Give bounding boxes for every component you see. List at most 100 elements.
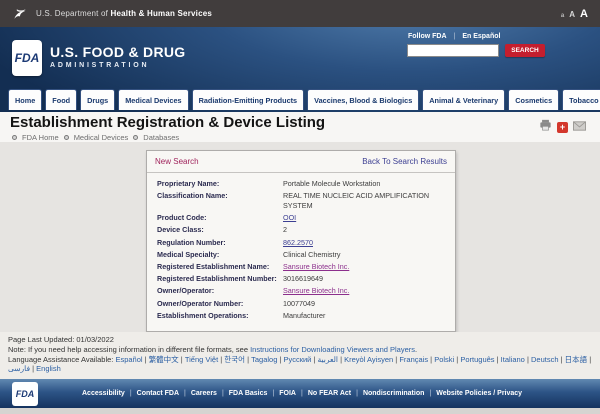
font-size-medium-button[interactable]: A (569, 10, 575, 19)
footer-link-careers[interactable]: Careers (191, 390, 217, 397)
new-search-link[interactable]: New Search (155, 157, 199, 166)
language-link-krey-l-ayisyen[interactable]: Kreyòl Ayisyen (344, 355, 393, 364)
row-value-regulation-number[interactable]: 862.2570 (283, 238, 445, 248)
language-assistance: Language Assistance Available: Español |… (8, 355, 592, 375)
language-link-italiano[interactable]: Italiano (501, 355, 525, 364)
follow-fda-link[interactable]: Follow FDA (408, 33, 447, 40)
tab-medical-devices[interactable]: Medical Devices (118, 89, 188, 110)
header-search: SEARCH (407, 44, 545, 57)
row-value-establishment-operations: Manufacturer (283, 311, 445, 321)
row-value-registered-establishment-name[interactable]: Sansure Biotech Inc. (283, 262, 445, 272)
viewers-players-link[interactable]: Instructions for Downloading Viewers and… (250, 345, 415, 354)
share-icon[interactable]: + (557, 122, 568, 133)
language-link-5[interactable]: Русский (284, 355, 312, 364)
site-header: FDA U.S. FOOD & DRUG ADMINISTRATION Foll… (0, 27, 600, 112)
result-box: New Search Back To Search Results Propri… (146, 150, 456, 332)
back-to-search-results-link[interactable]: Back To Search Results (362, 157, 447, 166)
hhs-eagle-icon (12, 6, 28, 22)
row-label-product-code: Product Code: (157, 213, 283, 223)
language-link-espa-ol[interactable]: Español (115, 355, 142, 364)
breadcrumb-fda-home[interactable]: FDA Home (22, 133, 59, 142)
footer-link-no-fear-act[interactable]: No FEAR Act (308, 390, 351, 397)
footer-link-separator: | (184, 390, 186, 397)
tab-drugs[interactable]: Drugs (80, 89, 115, 110)
row-label-owner-operator: Owner/Operator: (157, 286, 283, 296)
result-rows: Proprietary Name:Portable Molecule Works… (147, 173, 455, 331)
fda-logo[interactable]: FDA (12, 40, 42, 76)
table-row: Regulation Number:862.2570 (157, 238, 445, 248)
tab-food[interactable]: Food (45, 89, 77, 110)
utility-separator: | (454, 33, 456, 40)
bottom-strip (0, 408, 600, 414)
language-link-tagalog[interactable]: Tagalog (251, 355, 277, 364)
font-size-controls: a A A (561, 8, 588, 20)
site-wordmark: U.S. FOOD & DRUG ADMINISTRATION (50, 44, 185, 69)
row-label-proprietary-name: Proprietary Name: (157, 179, 283, 189)
row-label-registered-establishment-number: Registered Establishment Number: (157, 274, 283, 284)
content-area: New Search Back To Search Results Propri… (0, 142, 600, 332)
font-size-small-button[interactable]: a (561, 13, 564, 19)
language-link-fran-ais[interactable]: Français (399, 355, 428, 364)
table-row: Proprietary Name:Portable Molecule Works… (157, 179, 445, 189)
hhs-department-text[interactable]: U.S. Department of Health & Human Servic… (36, 9, 212, 18)
footer-link-nondiscrimination[interactable]: Nondiscrimination (363, 390, 424, 397)
font-size-large-button[interactable]: A (580, 8, 588, 20)
language-link-deutsch[interactable]: Deutsch (531, 355, 559, 364)
tab-home[interactable]: Home (8, 89, 42, 110)
footer-link-fda-basics[interactable]: FDA Basics (229, 390, 268, 397)
footer-fda-logo[interactable]: FDA (12, 382, 38, 406)
language-link-14[interactable]: فارسی (8, 364, 30, 373)
language-link-english[interactable]: English (36, 364, 61, 373)
breadcrumb: FDA Home Medical Devices Databases (12, 133, 179, 142)
language-separator: | (587, 355, 591, 364)
table-row: Medical Specialty:Clinical Chemistry (157, 250, 445, 260)
row-value-owner-operator[interactable]: Sansure Biotech Inc. (283, 286, 445, 296)
row-value-device-class: 2 (283, 225, 445, 235)
tab-animal-veterinary[interactable]: Animal & Veterinary (422, 89, 505, 110)
table-row: Product Code:OOI (157, 213, 445, 223)
file-formats-note: Note: If you need help accessing informa… (8, 345, 592, 355)
row-value-registered-establishment-number: 3016619649 (283, 274, 445, 284)
table-row: Establishment Operations:Manufacturer (157, 311, 445, 321)
footer-link-foia[interactable]: FOIA (279, 390, 296, 397)
table-row: Device Class:2 (157, 225, 445, 235)
search-input[interactable] (407, 44, 499, 57)
language-link-3[interactable]: 한국어 (224, 355, 245, 364)
en-espanol-link[interactable]: En Español (462, 33, 500, 40)
tab-cosmetics[interactable]: Cosmetics (508, 89, 559, 110)
page-last-updated: Page Last Updated: 01/03/2022 (8, 335, 592, 345)
wordmark-line1: U.S. FOOD & DRUG (50, 44, 185, 60)
language-link-polski[interactable]: Polski (434, 355, 454, 364)
language-link-ti-ng-vi-t[interactable]: Tiếng Việt (185, 355, 218, 364)
language-link-6[interactable]: العربية (318, 355, 339, 364)
breadcrumb-medical-devices[interactable]: Medical Devices (74, 133, 129, 142)
tab-radiation-emitting-products[interactable]: Radiation-Emitting Products (192, 89, 305, 110)
language-link-1[interactable]: 繁體中文 (149, 355, 179, 364)
footer-link-separator: | (272, 390, 274, 397)
language-link-13[interactable]: 日本語 (565, 355, 588, 364)
wordmark-line2: ADMINISTRATION (50, 62, 185, 69)
footer-link-contact-fda[interactable]: Contact FDA (137, 390, 179, 397)
page: U.S. Department of Health & Human Servic… (0, 0, 600, 414)
row-value-product-code[interactable]: OOI (283, 213, 445, 223)
page-title: Establishment Registration & Device List… (10, 114, 325, 131)
language-link-portugu-s[interactable]: Português (460, 355, 494, 364)
tab-vaccines-blood-biologics[interactable]: Vaccines, Blood & Biologics (307, 89, 419, 110)
footer-link-website-policies-privacy[interactable]: Website Policies / Privacy (436, 390, 522, 397)
row-value-medical-specialty: Clinical Chemistry (283, 250, 445, 260)
row-label-regulation-number: Regulation Number: (157, 238, 283, 248)
table-row: Owner/Operator:Sansure Biotech Inc. (157, 286, 445, 296)
footer-link-accessibility[interactable]: Accessibility (82, 390, 125, 397)
table-row: Classification Name:REAL TIME NUCLEIC AC… (157, 191, 445, 210)
email-icon[interactable] (573, 118, 586, 136)
primary-nav: HomeFoodDrugsMedical DevicesRadiation-Em… (8, 89, 600, 110)
table-row: Registered Establishment Number:30166196… (157, 274, 445, 284)
hhs-top-bar: U.S. Department of Health & Human Servic… (0, 0, 600, 27)
search-button[interactable]: SEARCH (505, 44, 545, 57)
tab-tobacco-products[interactable]: Tobacco Products (562, 89, 600, 110)
breadcrumb-bullet-icon (64, 135, 69, 140)
print-icon[interactable] (539, 118, 552, 136)
header-utility-links: Follow FDA | En Español (408, 33, 500, 40)
breadcrumb-bullet-icon (133, 135, 138, 140)
breadcrumb-databases[interactable]: Databases (143, 133, 179, 142)
